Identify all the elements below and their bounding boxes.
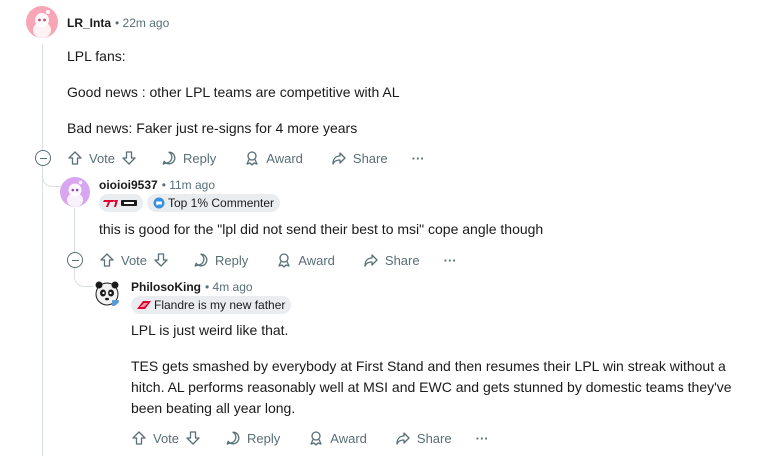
more-icon: ···	[411, 150, 425, 166]
more-icon: ···	[443, 252, 457, 268]
comment-paragraph: Good news : other LPL teams are competit…	[67, 84, 400, 100]
username[interactable]: LR_Inta	[67, 16, 111, 30]
downvote-button[interactable]	[153, 252, 169, 268]
avatar[interactable]	[92, 278, 122, 308]
award-icon	[310, 431, 322, 446]
comment-paragraph: this is good for the "lpl did not send t…	[99, 221, 544, 237]
arrow-up-icon	[68, 151, 82, 165]
comment-actions: Vote Reply Award Share ···	[67, 148, 425, 168]
award-button[interactable]: Award	[276, 252, 335, 268]
more-icon: ···	[475, 430, 489, 446]
thread-line-2	[74, 208, 75, 252]
arrow-up-icon	[132, 431, 146, 445]
achievement-badge: Top 1% Commenter	[147, 194, 281, 212]
reply-label: Reply	[215, 252, 249, 268]
upvote-button[interactable]: Vote	[131, 430, 179, 446]
flair-label: Flandre is my new father	[154, 298, 286, 312]
user-flair: Flandre is my new father	[131, 296, 292, 314]
comment-icon	[226, 431, 240, 445]
reply-button[interactable]: Reply	[161, 150, 216, 166]
upvote-button[interactable]: Vote	[67, 150, 115, 166]
share-label: Share	[352, 150, 388, 166]
snoo-avatar-icon	[67, 180, 83, 207]
comment-actions: Vote Reply Award Share ···	[99, 250, 457, 270]
comment-paragraph: LPL fans:	[67, 48, 126, 64]
t1-logo-icon	[103, 200, 137, 207]
downvote-button[interactable]	[185, 430, 201, 446]
share-button[interactable]: Share	[363, 252, 420, 268]
comment-paragraph: TES gets smashed by everybody at First S…	[131, 358, 732, 416]
reply-label: Reply	[183, 150, 217, 166]
share-icon	[396, 432, 410, 445]
username[interactable]: PhilosoKing	[131, 280, 201, 294]
award-button[interactable]: Award	[308, 430, 367, 446]
reply-button[interactable]: Reply	[193, 252, 248, 268]
vote-label: Vote	[121, 252, 148, 268]
comment-icon	[194, 253, 208, 267]
collapse-button[interactable]	[35, 150, 51, 166]
award-label: Award	[330, 430, 367, 446]
share-label: Share	[416, 430, 452, 446]
comment-actions: Vote Reply Award Share ···	[131, 428, 489, 448]
share-icon	[364, 254, 378, 267]
avatar[interactable]	[60, 177, 90, 207]
award-label: Award	[298, 252, 335, 268]
share-label: Share	[384, 252, 420, 268]
award-label: Award	[266, 150, 303, 166]
thread-curve-1	[42, 168, 61, 187]
upvote-button[interactable]: Vote	[99, 252, 147, 268]
reply-label: Reply	[247, 430, 281, 446]
timestamp: • 22m ago	[115, 16, 170, 30]
flandre-emblem-icon	[137, 301, 151, 309]
badge-label: Top 1% Commenter	[168, 196, 275, 210]
share-button[interactable]: Share	[331, 150, 388, 166]
arrow-down-icon	[122, 151, 136, 165]
comment-paragraph: LPL is just weird like that.	[131, 322, 289, 338]
timestamp: • 11m ago	[161, 178, 216, 192]
team-flair	[99, 194, 143, 212]
thread-curve-2	[74, 268, 93, 287]
arrow-down-icon	[186, 431, 200, 445]
reply-button[interactable]: Reply	[225, 430, 280, 446]
downvote-button[interactable]	[121, 150, 137, 166]
vote-label: Vote	[153, 430, 180, 446]
share-button[interactable]: Share	[395, 430, 452, 446]
panda-avatar-icon	[95, 281, 119, 306]
more-options-button[interactable]: ···	[444, 253, 457, 268]
username[interactable]: oioioi9537	[99, 178, 158, 192]
comment-paragraph: Bad news: Faker just re-signs for 4 more…	[67, 120, 358, 136]
arrow-down-icon	[154, 253, 168, 267]
comment-body: LPL fans: Good news : other LPL teams ar…	[67, 46, 400, 136]
comment-icon	[162, 151, 176, 165]
timestamp: • 4m ago	[205, 280, 253, 294]
award-icon	[246, 151, 258, 166]
thread-line-1	[42, 44, 43, 150]
arrow-up-icon	[100, 253, 114, 267]
vote-label: Vote	[89, 150, 116, 166]
collapse-button[interactable]	[67, 252, 83, 268]
award-button[interactable]: Award	[244, 150, 303, 166]
comment-badge-icon	[153, 197, 165, 209]
more-options-button[interactable]: ···	[476, 431, 489, 446]
thread-line-1b	[42, 166, 43, 456]
avatar[interactable]	[26, 6, 58, 38]
snoo-avatar-icon	[33, 10, 51, 38]
award-icon	[278, 253, 290, 268]
share-icon	[332, 152, 346, 165]
more-options-button[interactable]: ···	[412, 151, 425, 166]
